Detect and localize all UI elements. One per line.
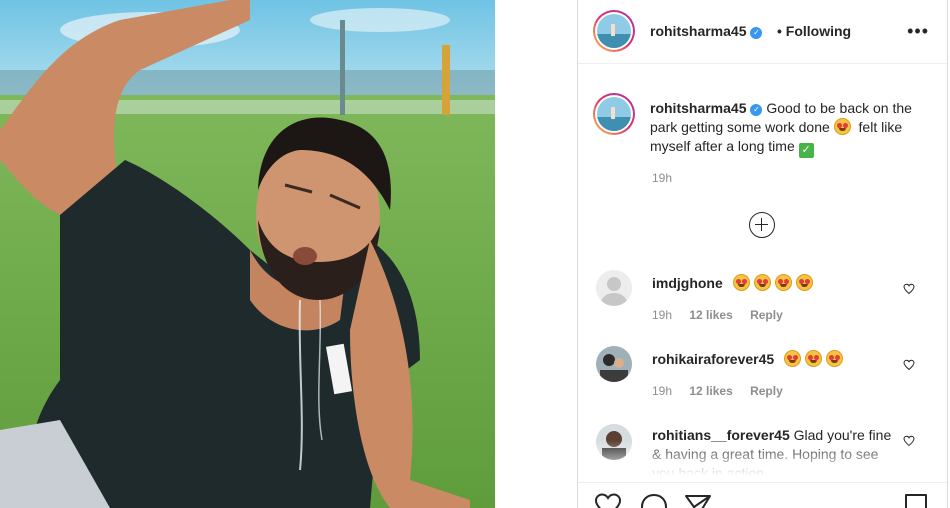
comment-username[interactable]: rohikairaforever45 bbox=[652, 351, 774, 367]
comment-text: rohikairaforever45 bbox=[652, 350, 892, 369]
comment-username[interactable]: imdjghone bbox=[652, 275, 723, 291]
verified-badge-icon: ✓ bbox=[750, 104, 763, 116]
check-mark-emoji-icon: ✓ bbox=[798, 143, 814, 158]
comment-time[interactable]: 19h bbox=[652, 308, 672, 322]
heart-eyes-emoji-icon bbox=[805, 350, 823, 367]
heart-eyes-emoji-icon bbox=[795, 274, 813, 291]
plus-circle-icon[interactable] bbox=[749, 212, 775, 238]
post-sidebar: rohitsharma45 ✓ • Following ••• rohitshar… bbox=[577, 0, 948, 508]
author-avatar[interactable] bbox=[593, 10, 635, 52]
heart-eyes-emoji-icon bbox=[753, 274, 771, 291]
caption-username[interactable]: rohitsharma45 bbox=[650, 100, 746, 116]
post-header: rohitsharma45 ✓ • Following ••• bbox=[578, 0, 947, 64]
comment-avatar[interactable] bbox=[596, 346, 632, 382]
post-photo-illustration bbox=[0, 0, 495, 508]
heart-eyes-emoji-icon bbox=[826, 350, 844, 367]
comments-fade bbox=[578, 440, 947, 482]
following-button[interactable]: • Following bbox=[777, 23, 851, 39]
heart-eyes-emoji-icon bbox=[732, 274, 750, 291]
bookmark-icon[interactable] bbox=[904, 493, 928, 508]
caption-timestamp[interactable]: 19h bbox=[652, 171, 672, 185]
heart-eyes-emoji-icon bbox=[784, 350, 802, 367]
action-bar bbox=[578, 482, 947, 508]
comment-likes[interactable]: 12 likes bbox=[689, 384, 732, 398]
comment-avatar[interactable] bbox=[596, 270, 632, 306]
comment-likes[interactable]: 12 likes bbox=[689, 308, 732, 322]
heart-icon[interactable] bbox=[594, 493, 622, 508]
comment-time[interactable]: 19h bbox=[652, 384, 672, 398]
comment-reply-button[interactable]: Reply bbox=[750, 384, 783, 398]
heart-eyes-emoji-icon bbox=[774, 274, 792, 291]
instagram-post-view: rohitsharma45 ✓ • Following ••• rohitshar… bbox=[0, 0, 950, 508]
comment-meta: 19h 12 likes Reply bbox=[652, 308, 797, 322]
verified-badge-icon: ✓ bbox=[750, 27, 763, 39]
post-photo[interactable] bbox=[0, 0, 495, 508]
caption-author-avatar[interactable] bbox=[593, 93, 635, 135]
share-icon[interactable] bbox=[684, 493, 712, 508]
caption-text: rohitsharma45 ✓ Good to be back on the pa… bbox=[650, 99, 920, 158]
comment-icon[interactable] bbox=[640, 493, 668, 508]
comment-text: imdjghone bbox=[652, 274, 892, 293]
heart-icon[interactable] bbox=[903, 283, 915, 295]
comment-reply-button[interactable]: Reply bbox=[750, 308, 783, 322]
more-options-icon[interactable]: ••• bbox=[907, 22, 929, 40]
author-username[interactable]: rohitsharma45 ✓ bbox=[650, 23, 763, 39]
heart-eyes-emoji-icon bbox=[833, 118, 851, 135]
heart-icon[interactable] bbox=[903, 359, 915, 371]
comment-meta: 19h 12 likes Reply bbox=[652, 384, 797, 398]
